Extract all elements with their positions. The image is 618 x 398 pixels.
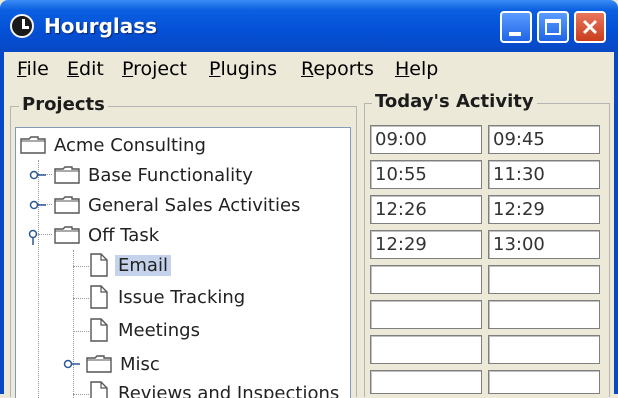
activity-start-field[interactable] xyxy=(370,300,482,329)
open-folder-icon xyxy=(54,226,80,244)
folder-icon xyxy=(54,166,80,184)
tree-node-email[interactable]: Email xyxy=(90,250,171,280)
activity-start-field[interactable] xyxy=(370,370,482,394)
activity-heading: Today's Activity xyxy=(372,91,537,112)
close-button[interactable] xyxy=(574,11,606,43)
menu-file[interactable]: File xyxy=(17,58,49,80)
menu-reports[interactable]: Reports xyxy=(301,58,374,80)
tree-node-issue-tracking[interactable]: Issue Tracking xyxy=(90,282,245,312)
menu-edit[interactable]: Edit xyxy=(67,58,104,80)
folder-icon xyxy=(20,136,46,154)
hourglass-clock-icon xyxy=(10,14,34,38)
activity-end-field[interactable]: 13:00 xyxy=(488,230,600,259)
menu-plugins[interactable]: Plugins xyxy=(209,58,277,80)
tree-node-general-sales-activities[interactable]: General Sales Activities xyxy=(54,190,300,220)
activity-start-field[interactable]: 12:29 xyxy=(370,230,482,259)
document-icon xyxy=(90,318,108,342)
menu-bar: File Edit Project Plugins Reports Help xyxy=(4,52,614,86)
folder-icon xyxy=(54,196,80,214)
projects-heading: Projects xyxy=(19,94,108,115)
collapsed-handle-icon[interactable] xyxy=(29,170,47,180)
minimize-button[interactable] xyxy=(500,11,532,43)
title-bar[interactable]: Hourglass xyxy=(0,0,618,52)
activity-end-field[interactable] xyxy=(488,300,600,329)
activity-end-field[interactable] xyxy=(488,265,600,294)
activity-start-field[interactable] xyxy=(370,265,482,294)
maximize-button[interactable] xyxy=(537,11,569,43)
activity-end-field[interactable] xyxy=(488,335,600,364)
tree-node-meetings[interactable]: Meetings xyxy=(90,315,200,345)
activity-end-field[interactable]: 12:29 xyxy=(488,195,600,224)
tree-node-misc[interactable]: Misc xyxy=(86,349,160,379)
tree-node-base-functionality[interactable]: Base Functionality xyxy=(54,160,253,190)
activity-start-field[interactable]: 12:26 xyxy=(370,195,482,224)
tree-node-off-task[interactable]: Off Task xyxy=(54,220,159,250)
activity-end-field[interactable]: 11:30 xyxy=(488,160,600,189)
collapsed-handle-icon[interactable] xyxy=(29,200,47,210)
expanded-handle-icon[interactable] xyxy=(26,229,40,245)
activity-start-field[interactable]: 10:55 xyxy=(370,160,482,189)
activity-start-field[interactable] xyxy=(370,335,482,364)
document-icon xyxy=(90,285,108,309)
tree-node-reviews-and-inspections[interactable]: Reviews and Inspections xyxy=(90,378,339,398)
activity-end-field[interactable] xyxy=(488,370,600,394)
activity-end-field[interactable]: 09:45 xyxy=(488,125,600,154)
document-icon xyxy=(90,381,108,398)
menu-project[interactable]: Project xyxy=(122,58,187,80)
tree-node-acme-consulting[interactable]: Acme Consulting xyxy=(20,130,206,160)
project-tree[interactable]: Acme Consulting Base Functionality Gener… xyxy=(15,127,351,398)
menu-help[interactable]: Help xyxy=(395,58,438,80)
folder-icon xyxy=(86,355,112,373)
document-icon xyxy=(90,253,108,277)
collapsed-handle-icon[interactable] xyxy=(63,359,81,369)
activity-start-field[interactable]: 09:00 xyxy=(370,125,482,154)
close-icon xyxy=(582,19,598,35)
window-title: Hourglass xyxy=(44,14,158,38)
